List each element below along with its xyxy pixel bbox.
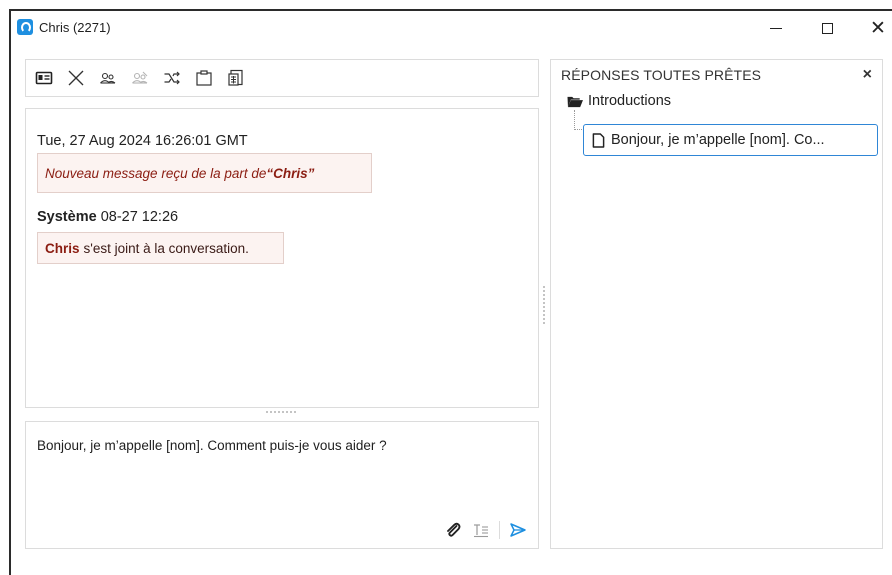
chat-window: Chris (2271) ✕ Tue, 27 Aug 2024 16:26:01…	[9, 9, 892, 575]
message-date: Tue, 27 Aug 2024 16:26:01 GMT	[37, 133, 248, 149]
minimize-button[interactable]	[753, 11, 799, 45]
action-divider	[499, 521, 500, 539]
contact-card-icon[interactable]	[34, 68, 54, 88]
new-message-notice: Nouveau message reçu de la part de “Chri…	[37, 153, 372, 193]
system-message-header: Système 08-27 12:26	[37, 209, 178, 225]
disabled-users-icon	[130, 68, 150, 88]
document-icon	[592, 132, 605, 148]
conversation-history: Tue, 27 Aug 2024 16:26:01 GMT Nouveau me…	[25, 108, 539, 408]
compose-box: Bonjour, je m’appelle [nom]. Comment pui…	[25, 421, 539, 549]
horizontal-resize-handle[interactable]	[261, 411, 301, 415]
send-button[interactable]	[508, 520, 528, 540]
maximize-icon	[821, 22, 833, 34]
close-conversation-icon[interactable]	[66, 68, 86, 88]
open-folder-icon	[567, 96, 583, 107]
attach-button[interactable]	[443, 520, 463, 540]
ready-answers-panel: RÉPONSES TOUTES PRÊTES × Introductions B…	[550, 59, 883, 549]
text-format-icon	[474, 524, 488, 538]
join-text: s'est joint à la conversation.	[83, 240, 249, 256]
transfer-users-icon[interactable]	[98, 68, 118, 88]
panel-title: RÉPONSES TOUTES PRÊTES	[561, 67, 762, 83]
text-format-button[interactable]	[471, 520, 491, 540]
clipboard-icon[interactable]	[194, 68, 214, 88]
message-input[interactable]: Bonjour, je m’appelle [nom]. Comment pui…	[37, 438, 517, 498]
close-window-button[interactable]: ✕	[855, 11, 892, 45]
folder-introductions[interactable]: Introductions	[566, 93, 671, 109]
title-bar: Chris (2271) ✕	[11, 11, 892, 45]
notice-text: Nouveau message reçu de la part de	[45, 165, 267, 181]
shuffle-icon[interactable]	[162, 68, 182, 88]
document-table-icon[interactable]	[226, 68, 246, 88]
join-notice: Chris s'est joint à la conversation.	[37, 232, 284, 264]
folder-label: Introductions	[588, 93, 672, 109]
compose-actions	[443, 520, 528, 540]
notice-sender: “Chris”	[266, 165, 315, 181]
headset-app-icon	[17, 19, 33, 35]
system-time: 08-27 12:26	[100, 209, 179, 225]
minimize-icon	[770, 28, 782, 29]
window-title: Chris (2271)	[39, 20, 111, 35]
send-icon	[510, 523, 526, 537]
join-name: Chris	[45, 240, 80, 256]
ready-answer-label: Bonjour, je m’appelle [nom]. Co...	[611, 132, 825, 148]
conversation-toolbar	[25, 59, 539, 97]
system-label: Système	[37, 209, 97, 225]
paperclip-icon	[447, 522, 461, 537]
maximize-button[interactable]	[804, 11, 850, 45]
close-icon: ✕	[870, 17, 886, 39]
close-panel-button[interactable]: ×	[863, 66, 872, 84]
vertical-resize-handle[interactable]	[542, 286, 546, 326]
ready-answer-item[interactable]: Bonjour, je m’appelle [nom]. Co...	[583, 124, 878, 156]
